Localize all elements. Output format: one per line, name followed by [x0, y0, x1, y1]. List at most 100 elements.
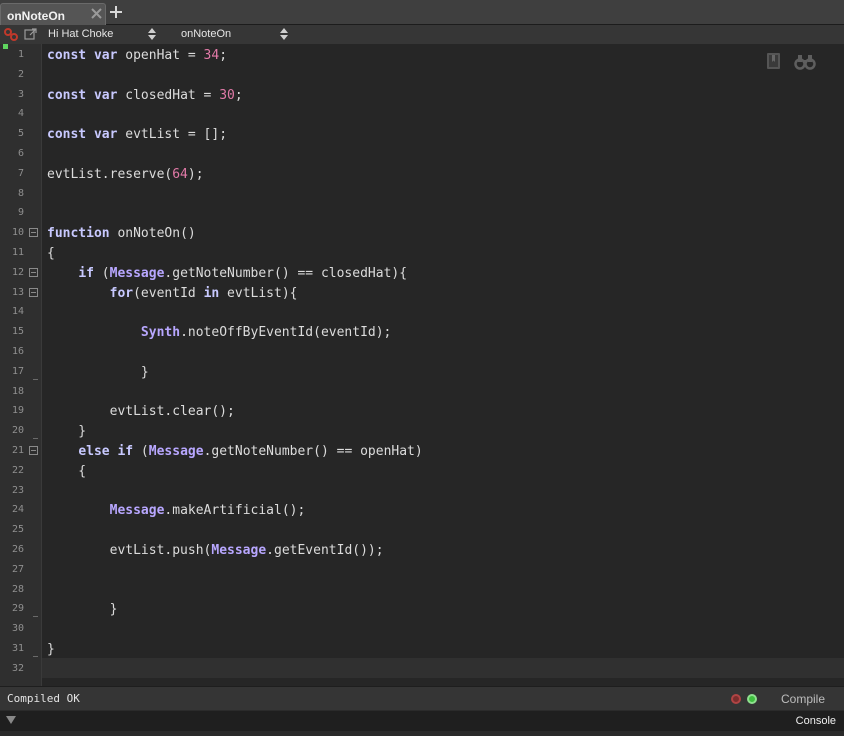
code-token: const: [47, 127, 87, 143]
code-token: openHat =: [117, 48, 204, 63]
editor-toolbar: Hi Hat Choke onNoteOn: [0, 25, 844, 44]
callback-combo[interactable]: onNoteOn: [181, 27, 291, 42]
code-token: .makeArtificial();: [164, 503, 306, 519]
code-token: evtList.push(: [47, 543, 212, 558]
line-number: 7: [17, 167, 24, 179]
code-token: var: [93, 48, 118, 63]
code-line: }: [47, 422, 86, 442]
line-number: 6: [17, 148, 24, 159]
code-line: Synth.noteOffByEventId(eventId);: [47, 323, 391, 343]
code-token: );: [187, 166, 204, 182]
code-line: {: [47, 244, 55, 264]
tab-onnoteon[interactable]: onNoteOn: [0, 3, 106, 25]
code-token: evtList.clear();: [47, 404, 235, 420]
console-label: Console: [795, 715, 836, 727]
code-token: evtList.reserve(: [47, 166, 173, 182]
code-line: else if (Message.getNoteNumber() == open…: [47, 442, 423, 462]
fold-end-marker: [33, 378, 38, 380]
code-line: }: [47, 363, 149, 383]
code-line: if (Message.getNoteNumber() == closedHat…: [47, 264, 407, 284]
link-icon[interactable]: [3, 27, 19, 42]
code-token: (: [93, 265, 110, 281]
fold-toggle-icon[interactable]: [29, 228, 38, 238]
fold-toggle-icon[interactable]: [29, 267, 38, 277]
code-token: .getNoteNumber() == closedHat){: [164, 265, 408, 281]
code-token: {: [47, 463, 87, 479]
plus-icon[interactable]: [109, 5, 123, 19]
line-number: 1: [17, 49, 24, 60]
code-token: 30: [219, 87, 235, 103]
fold-toggle-icon[interactable]: [29, 287, 38, 297]
code-editor[interactable]: 1 2 3 4 5 6 7 8 9 10 11 12 13 14 15 16 17 18 19 20 21 22 23 24 2…: [0, 44, 844, 686]
line-number: 10: [11, 227, 24, 239]
close-icon[interactable]: [89, 6, 104, 21]
code-token: }: [47, 424, 87, 440]
code-token: for: [109, 285, 134, 301]
code-token: var: [93, 87, 118, 103]
code-token: in: [203, 285, 220, 301]
line-number: 18: [11, 385, 24, 397]
line-number: 11: [11, 247, 24, 258]
code-token: closedHat =: [117, 87, 220, 103]
updown-arrows-icon: [148, 28, 156, 40]
line-number: 23: [11, 484, 24, 496]
code-token: Synth: [140, 325, 181, 341]
line-number: 5: [17, 128, 24, 140]
code-line: const var evtList = [];: [47, 125, 227, 145]
processor-combo-value: Hi Hat Choke: [48, 28, 114, 40]
fold-end-marker: [33, 656, 38, 657]
line-number-gutter: 1 2 3 4 5 6 7 8 9 10 11 12 13 14 15 16 17 18 19 20 21 22 23 24 2…: [0, 44, 42, 686]
code-token: else: [78, 444, 110, 459]
popout-icon[interactable]: [23, 27, 39, 42]
code-token: 34: [203, 48, 220, 63]
code-token: .getNoteNumber() == openHat): [203, 444, 423, 459]
line-number: 24: [11, 504, 24, 516]
code-token: Message: [109, 265, 165, 281]
code-token: if: [117, 444, 134, 459]
code-line: evtList.push(Message.getEventId());: [47, 541, 384, 561]
line-number: 29: [11, 603, 24, 615]
code-line: {: [47, 462, 86, 482]
compile-status: Compiled OK: [7, 692, 80, 705]
code-token: ;: [219, 48, 228, 63]
code-token: if: [78, 265, 94, 281]
code-token: evtList = [];: [117, 127, 228, 143]
updown-arrows-icon: [280, 28, 288, 40]
code-token: Message: [211, 543, 267, 558]
bookmark-icon[interactable]: [763, 51, 785, 71]
collapse-arrow-icon[interactable]: [6, 716, 16, 724]
error-led: [731, 694, 741, 704]
code-line: evtList.clear();: [47, 402, 235, 422]
code-line: function onNoteOn(): [47, 224, 196, 244]
fold-toggle-icon[interactable]: [29, 446, 38, 455]
tab-label: onNoteOn: [7, 9, 65, 23]
code-line: for(eventId in evtList){: [47, 284, 298, 304]
line-number: 2: [17, 68, 24, 80]
code-token: onNoteOn(): [109, 226, 196, 242]
binoculars-icon[interactable]: [794, 51, 816, 71]
line-number: 28: [11, 583, 24, 595]
console-output-strip: [0, 731, 844, 736]
line-number: 25: [11, 524, 24, 536]
code-token: evtList){: [219, 285, 298, 301]
code-line: }: [47, 600, 118, 620]
processor-combo[interactable]: Hi Hat Choke: [48, 27, 160, 42]
code-line: }: [47, 640, 55, 660]
code-token: var: [93, 127, 118, 143]
line-number: 14: [11, 306, 24, 318]
compile-button[interactable]: Compile: [772, 689, 834, 709]
code-token: .getEventId());: [266, 543, 384, 558]
console-bar[interactable]: Console: [0, 711, 844, 731]
line-number: 20: [11, 425, 24, 437]
tab-bar: onNoteOn: [0, 0, 844, 25]
line-number: 4: [17, 108, 24, 120]
code-token: .noteOffByEventId(eventId);: [180, 325, 392, 341]
line-number: 26: [11, 544, 24, 555]
line-number: 13: [11, 286, 24, 298]
line-number: 12: [11, 266, 24, 278]
line-number: 19: [11, 405, 24, 417]
